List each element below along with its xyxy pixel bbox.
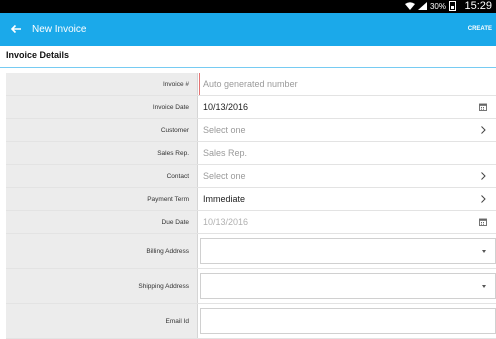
create-button[interactable]: CREATE [468, 13, 492, 46]
due-date-label: Due Date [6, 211, 198, 233]
calendar-icon[interactable] [478, 102, 488, 112]
row-customer: Customer Select one [6, 119, 496, 142]
sales-rep-placeholder: Sales Rep. [203, 148, 248, 158]
row-contact: Contact Select one [6, 165, 496, 188]
contact-label: Contact [6, 165, 198, 187]
invoice-number-label: Invoice # [6, 73, 198, 95]
payment-term-value: Immediate [203, 194, 246, 204]
battery-percent: 30% [429, 1, 446, 11]
sales-rep-label: Sales Rep. [6, 142, 198, 164]
row-billing-address: Billing Address [6, 234, 496, 269]
chevron-right-icon [481, 126, 486, 134]
row-sales-rep: Sales Rep. Sales Rep. [6, 142, 496, 165]
chevron-right-icon [481, 172, 486, 180]
page-title: New Invoice [32, 24, 87, 35]
signal-icon [417, 2, 427, 10]
section-divider [0, 67, 496, 68]
customer-select[interactable]: Select one [201, 119, 496, 141]
invoice-number-placeholder: Auto generated number [203, 79, 298, 89]
status-icons: 30% [404, 1, 456, 11]
sales-rep-input[interactable]: Sales Rep. [201, 142, 496, 164]
billing-address-label: Billing Address [6, 234, 198, 268]
due-date-input[interactable]: 10/13/2016 [201, 211, 496, 233]
payment-term-label: Payment Term [6, 188, 198, 210]
row-due-date: Due Date 10/13/2016 [6, 211, 496, 234]
invoice-form: Invoice # Auto generated number Invoice … [6, 73, 496, 339]
billing-address-dropdown[interactable] [200, 238, 496, 264]
payment-term-select[interactable]: Immediate [201, 188, 496, 210]
dropdown-arrow-icon [482, 249, 486, 253]
row-email-id: Email Id [6, 304, 496, 339]
row-payment-term: Payment Term Immediate [6, 188, 496, 211]
chevron-right-icon [481, 195, 486, 203]
focus-indicator [199, 73, 200, 95]
email-id-label: Email Id [6, 304, 198, 338]
wifi-icon [404, 2, 415, 10]
invoice-number-input[interactable]: Auto generated number [201, 73, 496, 95]
customer-label: Customer [6, 119, 198, 141]
customer-placeholder: Select one [203, 125, 246, 135]
status-time: 15:29 [464, 0, 492, 12]
shipping-address-dropdown[interactable] [200, 273, 496, 299]
contact-placeholder: Select one [203, 171, 246, 181]
dropdown-arrow-icon [482, 284, 486, 288]
calendar-icon[interactable] [478, 217, 488, 227]
shipping-address-label: Shipping Address [6, 269, 198, 303]
row-invoice-number: Invoice # Auto generated number [6, 73, 496, 96]
arrow-left-icon[interactable] [8, 21, 24, 37]
row-shipping-address: Shipping Address [6, 269, 496, 304]
app-bar: New Invoice CREATE [0, 13, 496, 46]
email-id-input[interactable] [200, 308, 496, 334]
invoice-date-input[interactable]: 10/13/2016 [201, 96, 496, 118]
status-bar: 30% 15:29 [0, 0, 496, 13]
invoice-date-value: 10/13/2016 [203, 102, 249, 112]
due-date-value: 10/13/2016 [203, 217, 249, 227]
battery-icon [449, 1, 456, 11]
contact-select[interactable]: Select one [201, 165, 496, 187]
section-title: Invoice Details [6, 50, 70, 60]
row-invoice-date: Invoice Date 10/13/2016 [6, 96, 496, 119]
invoice-date-label: Invoice Date [6, 96, 198, 118]
